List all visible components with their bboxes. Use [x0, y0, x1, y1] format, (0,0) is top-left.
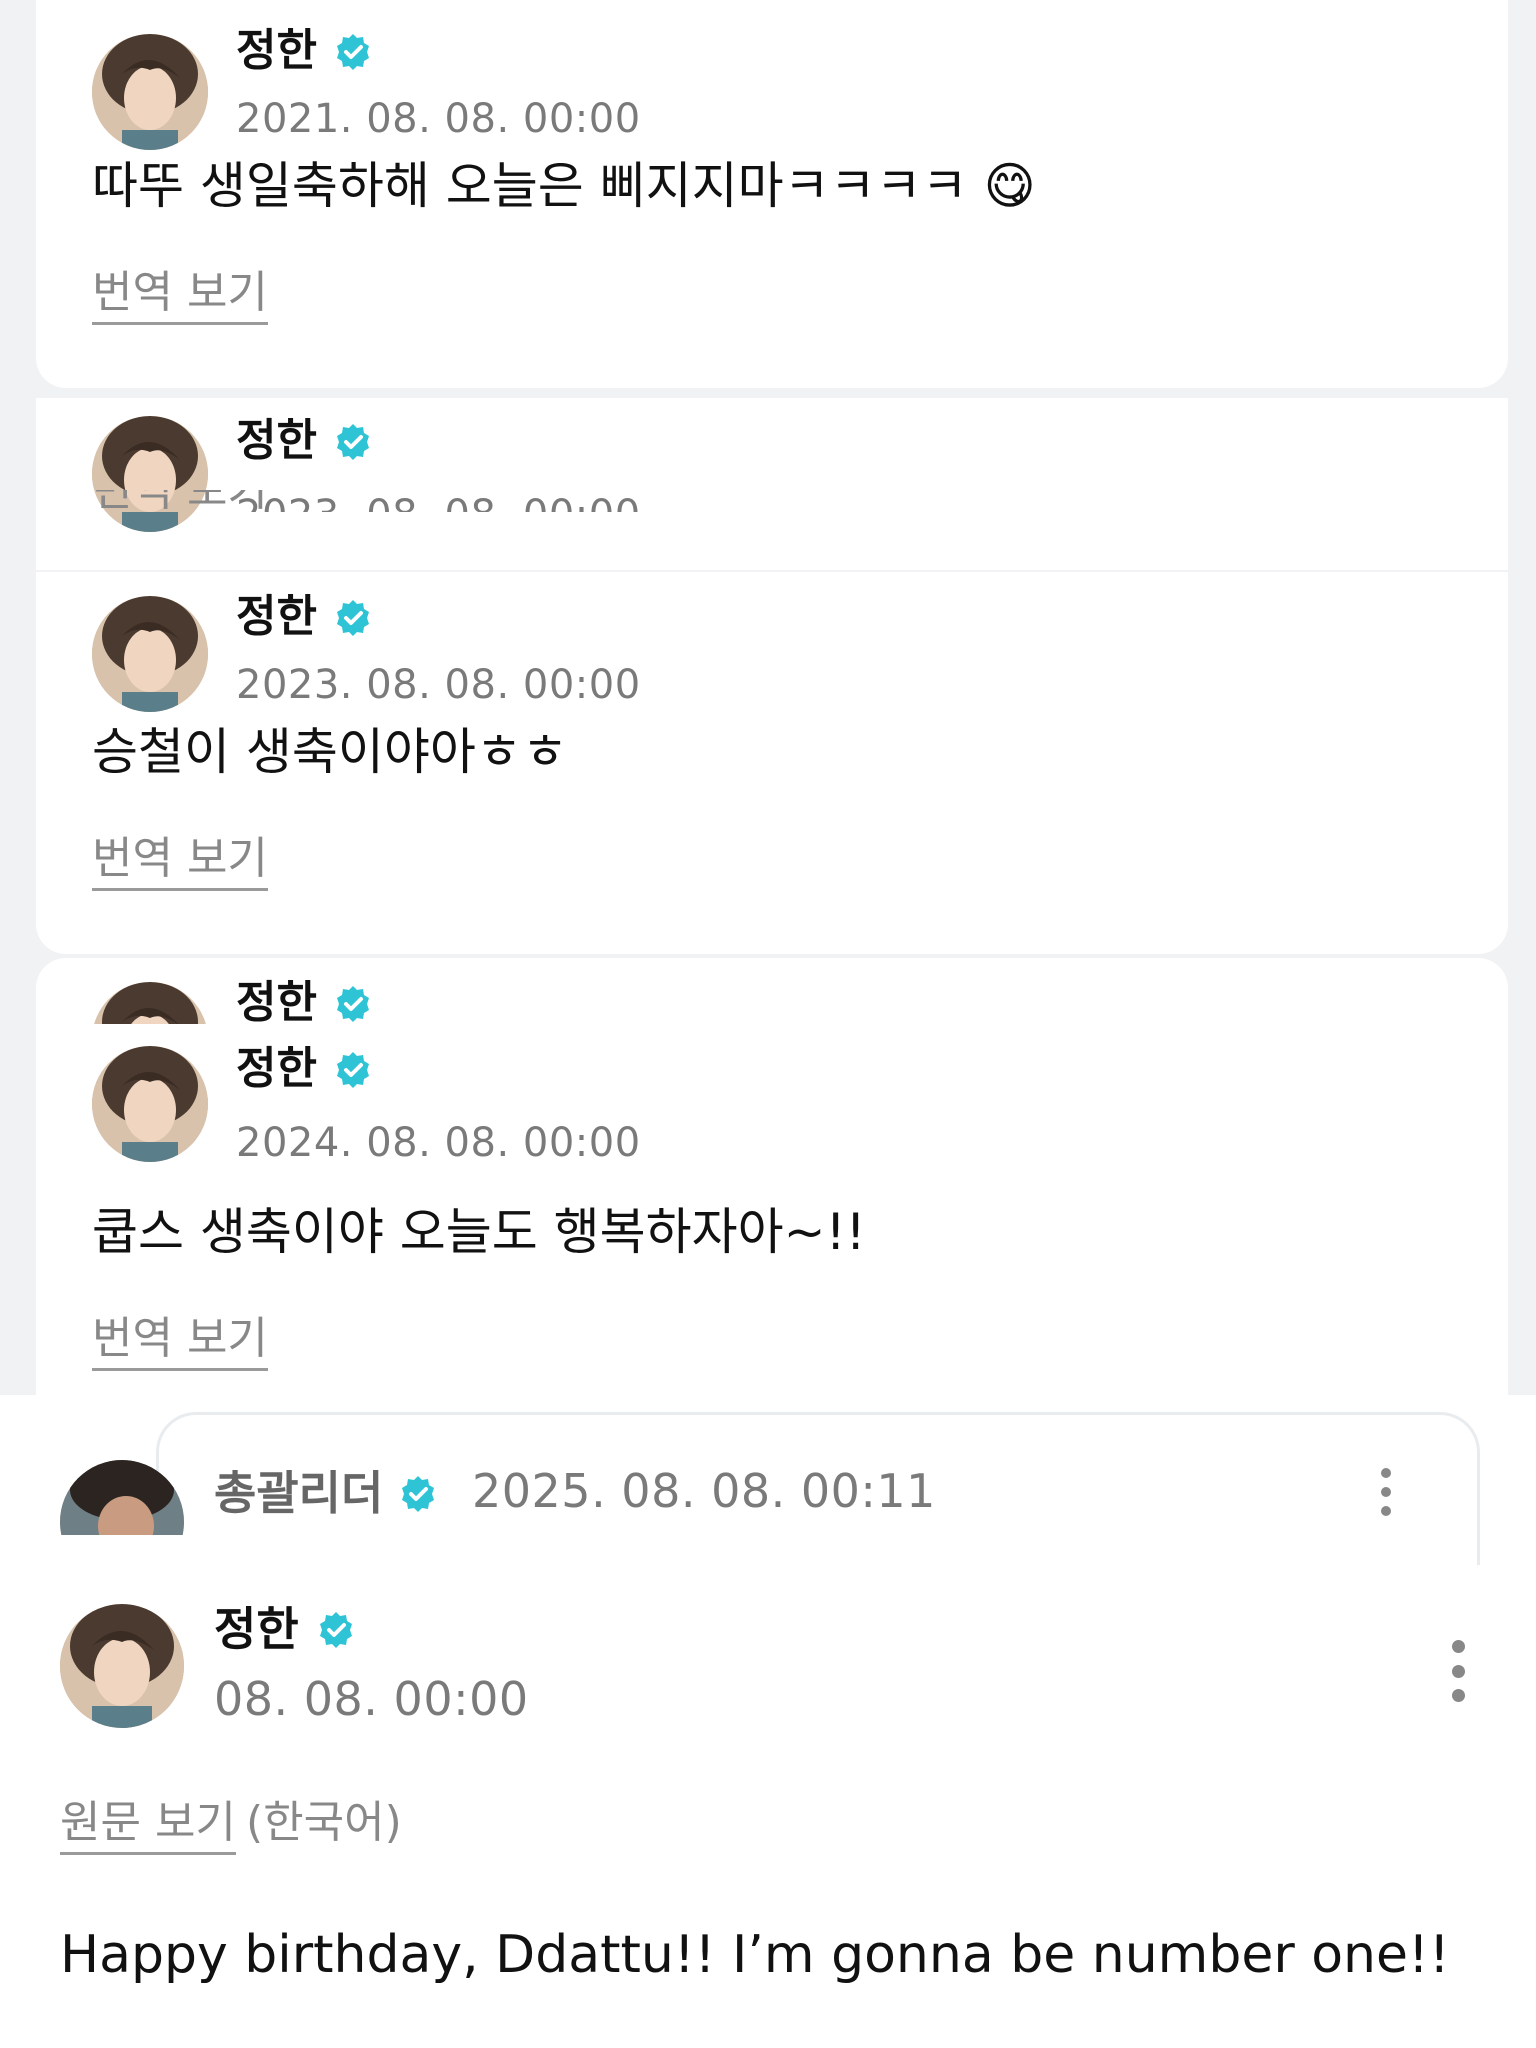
post-message: 승철이 생축이야아ㅎㅎ [92, 723, 568, 781]
avatar-clip-mask [0, 1535, 200, 1595]
author-avatar[interactable] [92, 982, 208, 1024]
author-name[interactable]: 정한 [236, 1044, 317, 1094]
author-avatar[interactable] [92, 596, 208, 712]
translated-message: Happy birthday, Ddattu!! I’m gonna be nu… [60, 1925, 1450, 1985]
post-date: 2023. 08. 08. 00:00 [236, 662, 641, 708]
language-note: (한국어) [246, 1797, 402, 1848]
post-card-2023: 정한 2023. 08. 08. 00:00 승철이 생축이야아ㅎㅎ 번역 보기 [36, 572, 1508, 954]
more-dot [1451, 1689, 1465, 1702]
more-dot [1451, 1640, 1465, 1653]
verified-badge-icon [320, 1612, 352, 1648]
author-avatar[interactable] [92, 1046, 208, 1162]
author-avatar[interactable] [92, 34, 208, 150]
reply-date: 08. 08. 00:00 [214, 1672, 529, 1726]
translate-link[interactable]: 번역 보기 [92, 1314, 268, 1371]
post-card-2023-overlap: 정한 2023. 08. 08. 00:00 번역 보기 [36, 398, 1508, 570]
parent-author-name[interactable]: 총괄리더 [214, 1468, 383, 1518]
post-card-2021: 정한 2021. 08. 08. 00:00 따뚜 생일축하해 오늘은 삐지지마… [36, 0, 1508, 388]
more-dot [1381, 1468, 1391, 1478]
post-message: 따뚜 생일축하해 오늘은 삐지지마ㅋㅋㅋㅋ 😋 [92, 156, 1036, 216]
post-date: 2023. 08. 08. 00:00 [236, 492, 641, 512]
post-message-text: 따뚜 생일축하해 오늘은 삐지지마ㅋㅋㅋㅋ [92, 157, 968, 215]
view-original-link[interactable]: 원문 보기 [60, 1798, 236, 1855]
post-card-clipped: 정한 [36, 958, 1508, 1024]
verified-badge-icon [337, 424, 369, 460]
translate-link[interactable]: 번역 보기 [92, 834, 268, 891]
post-date: 2021. 08. 08. 00:00 [236, 96, 641, 142]
translate-link[interactable]: 번역 보기 [92, 268, 268, 325]
yum-face-emoji-icon: 😋 [983, 157, 1036, 215]
post-card-2024: 정한 2024. 08. 08. 00:00 쿱스 생축이야 오늘도 행복하자아… [36, 1024, 1508, 1395]
translate-link[interactable]: 번역 보기 [92, 490, 268, 512]
more-dot [1381, 1506, 1391, 1516]
reply-author-name[interactable]: 정한 [214, 1604, 299, 1654]
reply-author-avatar[interactable] [60, 1604, 184, 1728]
overlap-clip: 2023. 08. 08. 00:00 번역 보기 [36, 490, 1508, 512]
parent-post-date: 2025. 08. 08. 00:11 [472, 1464, 936, 1518]
author-name[interactable]: 정한 [236, 978, 317, 1025]
more-vertical-icon[interactable] [1376, 1468, 1396, 1516]
verified-badge-icon [337, 1052, 369, 1088]
more-vertical-icon[interactable] [1448, 1640, 1468, 1702]
verified-badge-icon [337, 600, 369, 636]
author-name[interactable]: 정한 [236, 26, 317, 76]
author-name[interactable]: 정한 [236, 592, 317, 642]
verified-badge-icon [337, 986, 369, 1022]
more-dot [1451, 1664, 1465, 1678]
author-name[interactable]: 정한 [236, 416, 317, 466]
more-dot [1381, 1487, 1391, 1497]
post-date: 2024. 08. 08. 00:00 [236, 1120, 641, 1166]
author-avatar[interactable] [92, 416, 208, 532]
verified-badge-icon [402, 1476, 434, 1512]
verified-badge-icon [337, 34, 369, 70]
post-message: 쿱스 생축이야 오늘도 행복하자아~!! [92, 1203, 866, 1261]
